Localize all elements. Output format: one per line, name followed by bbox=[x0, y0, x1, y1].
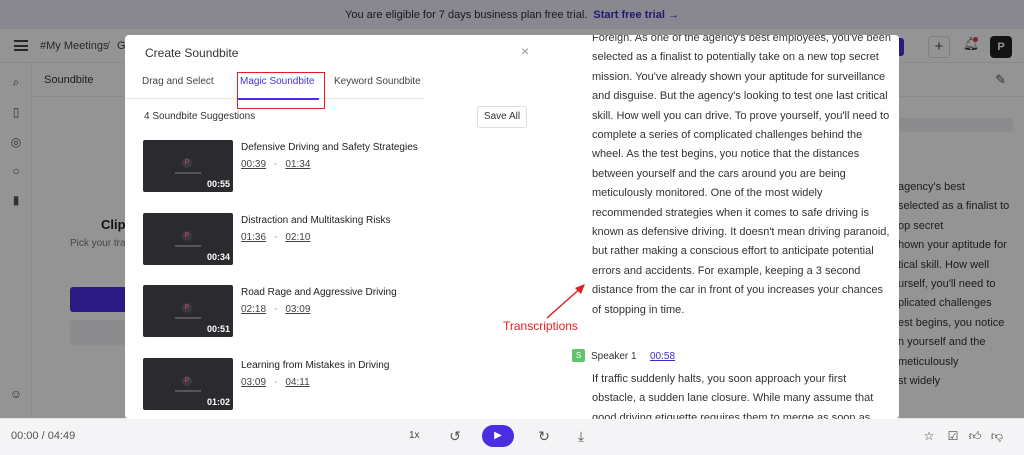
thumbs-down-icon[interactable]: 👎︎ bbox=[990, 429, 1004, 443]
download-icon[interactable]: ⤓ bbox=[572, 427, 590, 445]
checklist-icon[interactable]: ☑ bbox=[946, 429, 960, 443]
soundbite-end[interactable]: 04:11 bbox=[285, 377, 309, 388]
soundbite-thumbnail[interactable]: P 00:51 bbox=[143, 285, 233, 337]
speed-button[interactable]: 1x bbox=[409, 430, 420, 441]
annotation-label: Transcriptions bbox=[503, 319, 578, 333]
soundbite-title: Road Rage and Aggressive Driving bbox=[241, 287, 397, 298]
soundbite-start[interactable]: 03:09 bbox=[241, 377, 266, 388]
soundbite-thumbnail[interactable]: P 01:02 bbox=[143, 358, 233, 410]
soundbite-title: Distraction and Multitasking Risks bbox=[241, 215, 391, 226]
brand-logo-icon: P bbox=[182, 231, 192, 241]
star-icon[interactable]: ☆ bbox=[922, 429, 936, 443]
soundbite-title: Defensive Driving and Safety Strategies bbox=[241, 142, 418, 153]
soundbite-end[interactable]: 02:10 bbox=[285, 232, 310, 243]
brand-logo-icon: P bbox=[182, 376, 192, 386]
brand-logo-icon: P bbox=[182, 303, 192, 313]
soundbite-item[interactable]: P 01:02 Learning from Mistakes in Drivin… bbox=[143, 358, 433, 410]
soundbite-times: 03:09-04:11 bbox=[241, 377, 310, 388]
player-bar: 00:00 / 04:49 1x ↺ ▶ ↻ ⤓ ☆ ☑ 👍︎ 👎︎ bbox=[0, 418, 1024, 455]
transcript-paragraph: If traffic suddenly halts, you soon appr… bbox=[592, 373, 874, 419]
soundbite-list: P 00:55 Defensive Driving and Safety Str… bbox=[125, 35, 425, 419]
speaker-timestamp[interactable]: 00:58 bbox=[650, 351, 675, 362]
speaker-name: Speaker 1 bbox=[591, 351, 637, 362]
soundbite-duration: 00:51 bbox=[206, 324, 230, 334]
brand-logo-icon: P bbox=[182, 158, 192, 168]
soundbite-thumbnail[interactable]: P 00:55 bbox=[143, 140, 233, 192]
playback-time: 00:00 / 04:49 bbox=[11, 430, 76, 442]
soundbite-item[interactable]: P 00:34 Distraction and Multitasking Ris… bbox=[143, 213, 433, 265]
thumbnail-caption-bar bbox=[175, 172, 201, 174]
annotation-arrow-icon bbox=[546, 284, 585, 319]
time-separator: - bbox=[274, 304, 278, 315]
time-separator: - bbox=[274, 377, 278, 388]
forward-icon[interactable]: ↻ bbox=[535, 427, 553, 445]
rewind-icon[interactable]: ↺ bbox=[446, 427, 464, 445]
save-all-button[interactable]: Save All bbox=[477, 106, 527, 128]
soundbite-times: 00:39-01:34 bbox=[241, 159, 310, 170]
thumbs-up-icon[interactable]: 👍︎ bbox=[968, 429, 982, 443]
soundbite-times: 01:36-02:10 bbox=[241, 232, 310, 243]
soundbite-item[interactable]: P 00:55 Defensive Driving and Safety Str… bbox=[143, 140, 433, 192]
soundbite-item[interactable]: P 00:51 Road Rage and Aggressive Driving… bbox=[143, 285, 433, 337]
time-separator: - bbox=[274, 232, 278, 243]
soundbite-end[interactable]: 03:09 bbox=[285, 304, 310, 315]
soundbite-end[interactable]: 01:34 bbox=[285, 159, 310, 170]
play-button[interactable]: ▶ bbox=[482, 425, 514, 447]
transcript-paragraph: Foreign. As one of the agency's best emp… bbox=[592, 35, 891, 316]
soundbite-duration: 01:02 bbox=[206, 397, 230, 407]
soundbite-start[interactable]: 02:18 bbox=[241, 304, 266, 315]
speaker-avatar: S bbox=[572, 349, 585, 362]
soundbite-thumbnail[interactable]: P 00:34 bbox=[143, 213, 233, 265]
create-soundbite-modal: Create Soundbite × Drag and Select Magic… bbox=[125, 35, 899, 419]
soundbite-duration: 00:55 bbox=[206, 179, 230, 189]
time-separator: - bbox=[274, 159, 278, 170]
thumbnail-caption-bar bbox=[175, 245, 201, 247]
soundbite-title: Learning from Mistakes in Driving bbox=[241, 360, 390, 371]
soundbite-duration: 00:34 bbox=[206, 252, 230, 262]
thumbnail-caption-bar bbox=[175, 390, 201, 392]
thumbnail-caption-bar bbox=[175, 317, 201, 319]
close-icon[interactable]: × bbox=[521, 43, 529, 59]
soundbite-start[interactable]: 00:39 bbox=[241, 159, 266, 170]
soundbite-start[interactable]: 01:36 bbox=[241, 232, 266, 243]
soundbite-times: 02:18-03:09 bbox=[241, 304, 310, 315]
